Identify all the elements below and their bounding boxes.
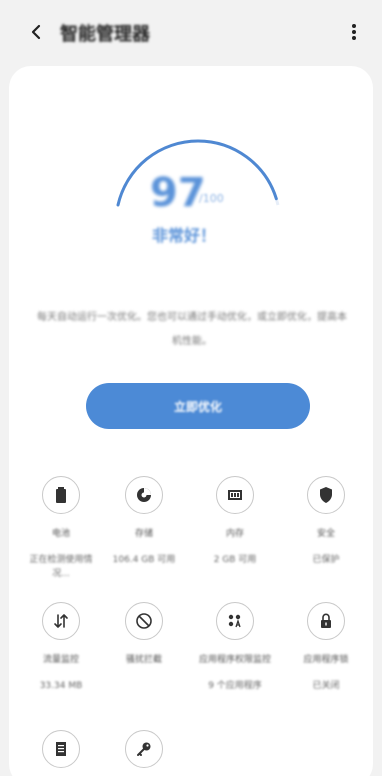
tile-label: 流量监控	[42, 655, 79, 665]
tile-app-permissions[interactable]: 应用程序权限监控 9 个应用程序	[190, 602, 280, 693]
block-icon	[125, 602, 163, 640]
tile-notes[interactable]	[16, 730, 106, 768]
score-status: 非常好！	[152, 226, 217, 245]
lock-icon	[307, 602, 345, 640]
tile-block[interactable]: 骚扰拦截	[99, 602, 189, 679]
optimize-now-label: 立即优化	[173, 399, 222, 414]
tile-data-usage[interactable]: 流量监控 33.34 MB	[16, 602, 106, 693]
tile-label: 应用程序权限监控	[198, 655, 271, 665]
key-icon	[125, 730, 163, 768]
tile-storage[interactable]: 存储 106.4 GB 可用	[99, 476, 189, 567]
notes-icon	[42, 730, 80, 768]
tile-security[interactable]: 安全 已保护	[281, 476, 371, 567]
score-gauge	[116, 139, 280, 207]
tile-app-lock[interactable]: 应用程序锁 已关闭	[281, 602, 371, 693]
score-value: 97	[150, 170, 206, 216]
tile-value: 2 GB 可用	[213, 555, 257, 565]
storage-icon	[125, 476, 163, 514]
tile-value: 正在检测使用情况...	[29, 555, 93, 579]
apps-icon	[216, 602, 254, 640]
shield-icon	[307, 476, 345, 514]
tile-battery[interactable]: 电池 正在检测使用情况...	[16, 476, 106, 581]
data-saver-icon	[42, 602, 80, 640]
tile-value: 9 个应用程序	[208, 681, 262, 691]
tile-label: 骚扰拦截	[125, 655, 162, 665]
tile-label: 内存	[225, 529, 244, 539]
tile-label: 安全	[316, 529, 335, 539]
tile-value: 33.34 MB	[39, 681, 83, 691]
tile-memory[interactable]: 内存 2 GB 可用	[190, 476, 280, 567]
tile-label: 应用程序锁	[303, 655, 349, 665]
tile-value: 已关闭	[312, 681, 340, 691]
tile-label: 存储	[134, 529, 153, 539]
tile-value: 106.4 GB 可用	[112, 555, 176, 565]
tile-value: 已保护	[312, 555, 340, 565]
battery-icon	[42, 476, 80, 514]
score-unit: /100	[199, 192, 224, 205]
optimization-description: 每天自动运行一次优化。您也可以通过手动优化，或立即优化，提高本机性能。	[37, 312, 347, 347]
tile-key[interactable]	[99, 730, 189, 768]
optimize-now-button[interactable]: 立即优化	[86, 383, 310, 429]
tile-label: 电池	[51, 529, 70, 539]
memory-icon	[216, 476, 254, 514]
